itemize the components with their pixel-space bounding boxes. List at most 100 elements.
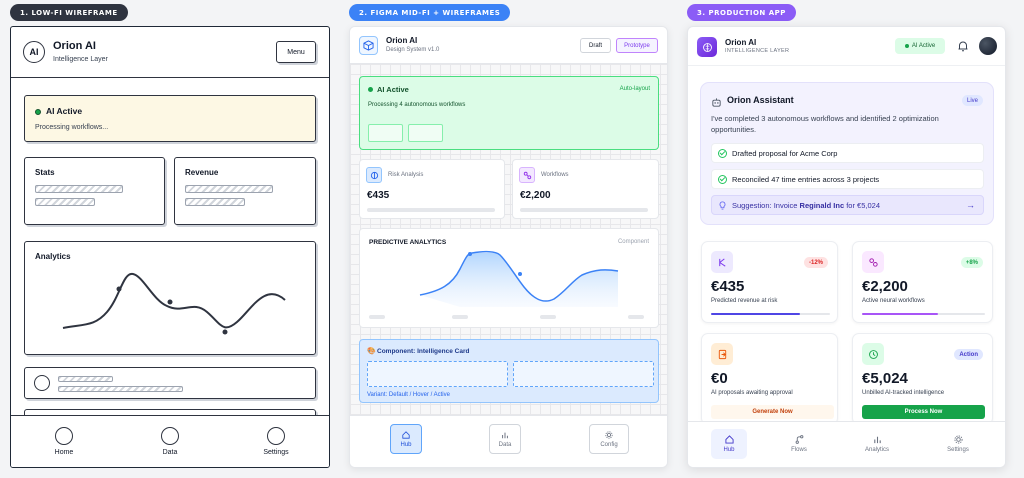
trend-badge: +8% <box>960 257 983 268</box>
section-label-wireframe: 1. LOW-FI WIREFRAME <box>10 4 128 21</box>
wf-status-dot <box>35 109 41 115</box>
assistant-card: Orion Assistant Live I've completed 3 au… <box>700 82 994 225</box>
fg-status-text: Processing 4 autonomous workflows <box>368 102 466 108</box>
wf-nav-label: Data <box>162 449 178 456</box>
brain-logo-icon <box>697 37 717 57</box>
bar-chart-icon <box>873 436 881 444</box>
draft-button[interactable]: Draft <box>580 38 611 53</box>
wf-nav-label: Settings <box>263 449 289 456</box>
kpi-value: €0 <box>711 370 728 387</box>
circle-icon <box>161 427 179 445</box>
pa-subtitle: INTELLIGENCE LAYER <box>725 48 790 54</box>
fg-nav-hub[interactable]: Hub <box>390 424 422 454</box>
wf-nav-home[interactable]: Home <box>34 427 94 456</box>
wf-list-item[interactable] <box>24 367 316 399</box>
wf-avatar-placeholder <box>34 375 50 391</box>
pa-nav-label: Hub <box>723 447 735 453</box>
pa-nav-label: Flows <box>791 447 807 453</box>
wf-revenue-card: Revenue <box>174 157 316 225</box>
wf-nav-data[interactable]: Data <box>140 427 200 456</box>
palette-icon: 🎨 <box>367 348 376 355</box>
avatar[interactable] <box>979 37 997 55</box>
risk-icon <box>711 251 733 273</box>
wf-placeholder <box>58 376 113 382</box>
section-label-production: 3. PRODUCTION APP <box>687 4 796 21</box>
pa-nav-analytics[interactable]: Analytics <box>859 429 895 459</box>
trend-badge: -12% <box>803 257 828 268</box>
wf-placeholder <box>35 185 123 193</box>
progress-fill <box>862 313 939 315</box>
kpi-card-unbilled[interactable]: Action €5,024 Unbilled AI-tracked intell… <box>852 333 993 425</box>
fg-nav-data[interactable]: Data <box>489 424 521 454</box>
wf-title: Orion AI <box>53 40 96 52</box>
kpi-label: Predicted revenue at risk <box>711 298 778 304</box>
fg-component-card: 🎨 Component: Intelligence Card Variant: … <box>359 339 659 403</box>
status-dot <box>904 44 909 48</box>
kpi-value: €435 <box>711 278 745 295</box>
fg-component-slot <box>513 361 654 387</box>
pa-nav-hub[interactable]: Hub <box>711 429 747 459</box>
flow-icon <box>795 435 803 444</box>
wf-logo: AI <box>23 41 45 63</box>
fg-skeleton-bar <box>628 315 644 319</box>
pa-nav-flows[interactable]: Flows <box>781 429 817 459</box>
gear-icon <box>953 435 963 444</box>
wf-status-title: AI Active <box>46 106 83 116</box>
suggestion-suffix: for €5,024 <box>844 200 880 210</box>
fg-status-dot <box>368 87 373 92</box>
fg-subtitle: Design System v1.0 <box>386 47 440 53</box>
fg-placeholder-slot <box>368 124 403 142</box>
fg-nav-label: Data <box>498 441 512 448</box>
fg-skeleton-bar <box>367 208 495 212</box>
wf-status-text: Processing workflows... <box>35 124 109 131</box>
bell-icon[interactable] <box>956 39 970 53</box>
wf-placeholder <box>35 198 95 206</box>
assistant-message: I've completed 3 autonomous workflows an… <box>711 114 939 134</box>
wf-nav-label: Home <box>54 449 74 456</box>
wf-placeholder <box>185 198 245 206</box>
kpi-card-workflows[interactable]: +8% €2,200 Active neural workflows <box>852 241 993 323</box>
task-item: Reconciled 47 time entries across 3 proj… <box>711 169 984 189</box>
suggestion-row[interactable]: Suggestion: Invoice Reginald Inc for €5,… <box>711 195 984 215</box>
action-badge: Action <box>954 349 983 360</box>
kpi-label: AI proposals awaiting approval <box>711 390 793 396</box>
kpi-card-risk[interactable]: -12% €435 Predicted revenue at risk <box>701 241 838 323</box>
figma-frame: Orion AI Design System v1.0 Draft Protot… <box>349 26 668 468</box>
fg-nav-label: Config <box>600 441 618 448</box>
check-circle-icon <box>718 175 727 184</box>
live-badge: Live <box>961 95 983 106</box>
generate-now-button[interactable]: Generate Now <box>711 405 834 419</box>
fg-skeleton-bar <box>540 315 556 319</box>
wf-header: AI Orion AI Intelligence Layer Menu <box>11 27 329 78</box>
cube-icon <box>359 36 378 55</box>
wf-menu-button[interactable]: Menu <box>276 41 316 63</box>
progress-track <box>862 313 985 315</box>
circle-icon <box>267 427 285 445</box>
fg-analytics-curve <box>419 250 619 307</box>
bar-chart-icon <box>502 432 508 438</box>
pa-nav-settings[interactable]: Settings <box>940 429 976 459</box>
prototype-button[interactable]: Prototype <box>616 38 658 53</box>
wf-analytics-card: Analytics <box>24 241 316 355</box>
pa-bottom-nav: Hub Flows Analytics Settings <box>688 421 1005 467</box>
fg-component-slot <box>367 361 508 387</box>
fg-nav-config[interactable]: Config <box>589 424 629 454</box>
fg-title: Orion AI <box>386 36 418 45</box>
fg-kpi1-value: €435 <box>367 190 390 201</box>
wf-stats-card: Stats <box>24 157 165 225</box>
task-label: Reconciled 47 time entries across 3 proj… <box>732 174 880 184</box>
pa-title: Orion AI <box>725 38 757 47</box>
wf-placeholder <box>58 386 183 392</box>
pa-header: Orion AI INTELLIGENCE LAYER AI Active <box>688 27 1005 66</box>
kpi-label: Unbilled AI-tracked intelligence <box>862 390 945 396</box>
process-now-button[interactable]: Process Now <box>862 405 985 419</box>
wf-bottom-nav: Home Data Settings <box>11 415 329 467</box>
ai-active-chip[interactable]: AI Active <box>895 38 945 54</box>
kpi-value: €5,024 <box>862 370 908 387</box>
home-icon <box>724 435 734 444</box>
kpi-card-proposals[interactable]: €0 AI proposals awaiting approval Genera… <box>701 333 838 425</box>
check-circle-icon <box>718 149 727 158</box>
wf-nav-settings[interactable]: Settings <box>246 427 306 456</box>
wireframe-frame: AI Orion AI Intelligence Layer Menu AI A… <box>10 26 330 468</box>
circle-icon <box>55 427 73 445</box>
